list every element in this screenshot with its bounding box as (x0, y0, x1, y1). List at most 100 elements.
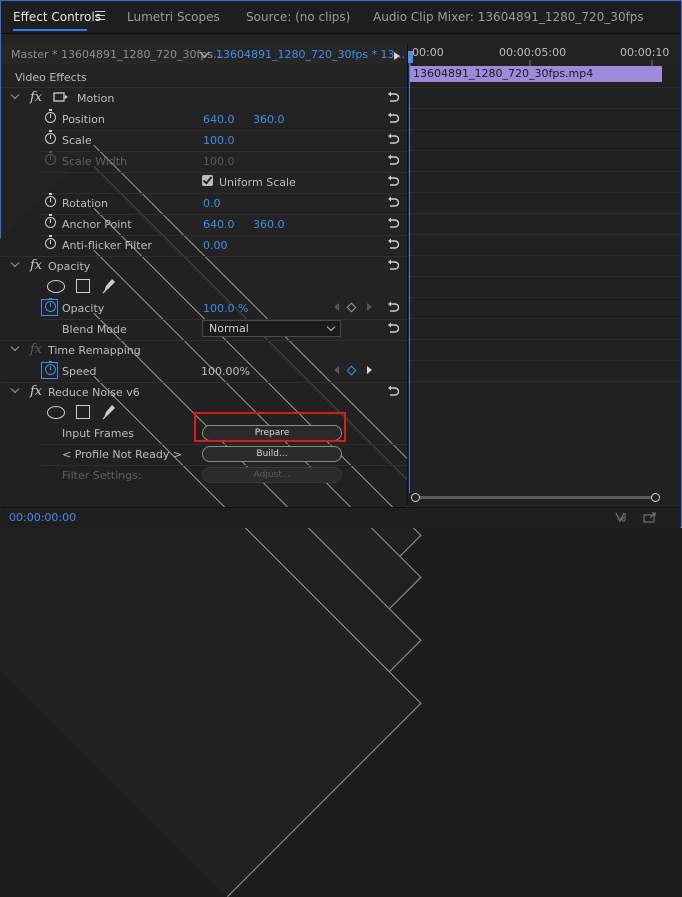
property-position: Position 640.0 360.0 (1, 109, 407, 130)
timeline-zoom-scrollbar[interactable] (411, 493, 660, 502)
reset-icon[interactable] (387, 384, 399, 398)
prev-keyframe-icon[interactable] (334, 303, 339, 311)
effect-motion[interactable]: fx Motion (1, 88, 407, 109)
scrollbar-right-handle[interactable] (651, 493, 660, 502)
panel-tab-bar: Effect Controls Lumetri Scopes Source: (… (1, 1, 680, 34)
collapse-chevron-icon[interactable] (10, 90, 20, 100)
stopwatch-icon[interactable] (45, 214, 56, 228)
master-clip-label[interactable]: Master * 13604891_1280_720_30fps... (11, 48, 224, 61)
clip-selector-header: Master * 13604891_1280_720_30fps... 1360… (1, 44, 407, 65)
reset-icon[interactable] (387, 321, 399, 335)
export-icon[interactable] (643, 511, 657, 523)
ruler-tc-start: 00:00 (412, 46, 444, 59)
effect-name: Opacity (48, 260, 91, 273)
tab-audio-clip-mixer[interactable]: Audio Clip Mixer: 13604891_1280_720_30fp… (373, 10, 644, 24)
effect-opacity[interactable]: fx Opacity (1, 256, 407, 277)
reset-icon[interactable] (387, 216, 399, 230)
reset-icon[interactable] (387, 111, 399, 125)
build-button[interactable]: Build... (202, 446, 342, 462)
property-anti-flicker: Anti-flicker Filter 0.00 (0, 235, 422, 772)
collapse-chevron-icon[interactable] (10, 258, 20, 268)
property-rotation: Rotation 0.0 (0, 193, 422, 730)
effect-reduce-noise[interactable]: fx Reduce Noise v6 (1, 382, 407, 403)
reset-icon[interactable] (387, 90, 399, 104)
tab-lumetri-scopes[interactable]: Lumetri Scopes (127, 10, 220, 24)
collapse-chevron-icon[interactable] (10, 342, 20, 352)
timeline-clip[interactable]: 13604891_1280_720_30fps.mp4 (410, 66, 662, 82)
filter-audio-icon[interactable] (615, 511, 629, 523)
anti-flicker-value[interactable]: 0.00 (203, 239, 228, 252)
effect-time-remapping[interactable]: fx Time Remapping (1, 340, 407, 361)
section-title: Video Effects (15, 71, 87, 84)
tab-source[interactable]: Source: (no clips) (246, 10, 350, 24)
property-opacity: Opacity 100.0 % (0, 298, 422, 835)
opacity-value[interactable]: 100.0 % (203, 302, 248, 315)
stopwatch-icon[interactable] (45, 109, 56, 123)
pen-mask-icon[interactable] (101, 277, 117, 294)
fx-icon[interactable]: fx (30, 384, 42, 399)
reset-icon[interactable] (387, 258, 399, 272)
rotation-value[interactable]: 0.0 (203, 197, 221, 210)
next-keyframe-icon[interactable] (367, 366, 372, 374)
stopwatch-icon (45, 151, 56, 165)
stopwatch-icon[interactable] (45, 361, 56, 375)
fx-icon[interactable]: fx (30, 90, 42, 105)
anchor-y-value[interactable]: 360.0 (253, 218, 285, 231)
panel-menu-icon[interactable] (95, 11, 105, 20)
adjust-button: Adjust... (202, 467, 342, 483)
effect-name: Reduce Noise v6 (48, 386, 140, 399)
property-filter-settings: Filter Settings: Adjust... (1, 465, 407, 486)
opacity-mask-tools (1, 277, 407, 298)
reset-icon[interactable] (387, 195, 399, 209)
transform-icon[interactable] (52, 91, 68, 104)
stopwatch-icon[interactable] (45, 193, 56, 207)
fx-icon: fx (30, 342, 43, 357)
property-anchor-point: Anchor Point 640.0 360.0 (1, 214, 407, 235)
property-blend-mode: Blend Mode Normal (1, 319, 407, 340)
uniform-scale-checkbox[interactable] (202, 175, 213, 186)
add-keyframe-icon[interactable] (346, 365, 357, 376)
speed-value[interactable]: 100.00% (201, 365, 250, 378)
position-x-value[interactable]: 640.0 (203, 113, 235, 126)
reset-icon[interactable] (387, 300, 399, 314)
pen-mask-icon[interactable] (101, 403, 117, 420)
ruler-tc-mid: 00:00:05:00 (499, 46, 567, 59)
property-scale-width: Scale Width 100.0 (0, 151, 422, 688)
sequence-clip-label[interactable]: 13604891_1280_720_30fps * 13... (216, 48, 405, 61)
reset-icon[interactable] (387, 237, 399, 251)
scrollbar-track[interactable] (417, 496, 655, 499)
fx-icon[interactable]: fx (30, 258, 42, 273)
property-label: Blend Mode (62, 323, 127, 336)
property-label: Rotation (62, 197, 109, 210)
property-label: Input Frames (62, 427, 134, 440)
playhead-handle[interactable] (408, 51, 413, 63)
blend-mode-select[interactable]: Normal (202, 320, 341, 337)
reset-icon[interactable] (387, 132, 399, 146)
prev-keyframe-icon[interactable] (334, 366, 339, 374)
show-timeline-icon[interactable] (394, 52, 400, 60)
property-speed: Speed 100.00% (0, 361, 422, 897)
playhead-line (409, 63, 410, 493)
scrollbar-left-handle[interactable] (411, 493, 420, 502)
current-timecode[interactable]: 00:00:00:00 (9, 511, 76, 524)
stopwatch-icon[interactable] (45, 130, 56, 144)
reset-icon[interactable] (387, 174, 399, 188)
add-keyframe-icon[interactable] (346, 302, 357, 313)
footer-bar: 00:00:00:00 (1, 507, 680, 528)
ellipse-mask-icon[interactable] (47, 406, 65, 419)
rectangle-mask-icon[interactable] (76, 405, 90, 419)
reset-icon[interactable] (387, 153, 399, 167)
scale-value[interactable]: 100.0 (203, 134, 235, 147)
next-keyframe-icon[interactable] (367, 303, 372, 311)
property-scale: Scale 100.0 (0, 130, 422, 667)
stopwatch-icon[interactable] (45, 298, 56, 312)
stopwatch-icon[interactable] (45, 235, 56, 249)
property-uniform-scale: Uniform Scale (1, 172, 407, 193)
tab-effect-controls[interactable]: Effect Controls (13, 10, 101, 24)
ellipse-mask-icon[interactable] (47, 280, 65, 293)
anchor-x-value[interactable]: 640.0 (203, 218, 235, 231)
rectangle-mask-icon[interactable] (76, 279, 90, 293)
collapse-chevron-icon[interactable] (10, 384, 20, 394)
position-y-value[interactable]: 360.0 (253, 113, 285, 126)
time-ruler[interactable]: 00:00 00:00:05:00 00:00:10 (408, 44, 681, 66)
